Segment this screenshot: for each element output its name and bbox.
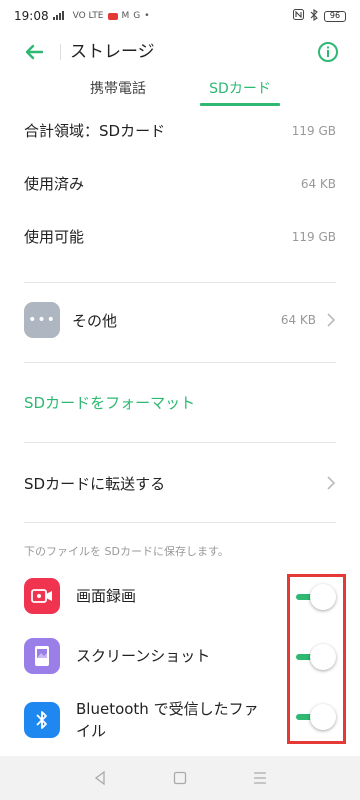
bluetooth-icon bbox=[24, 702, 60, 738]
gmail-icon: M bbox=[121, 11, 130, 21]
used-space-value: 64 KB bbox=[300, 176, 336, 191]
other-files-size: 64 KB bbox=[280, 313, 316, 327]
info-icon bbox=[318, 42, 338, 62]
total-space-row: 合計領域：SDカード 119 GB bbox=[24, 120, 336, 141]
divider bbox=[24, 522, 336, 523]
tab-sd-card[interactable]: SDカード bbox=[200, 76, 280, 104]
status-bar: 19:08 VO LTE M G • 96 bbox=[0, 0, 360, 32]
navigation-bar bbox=[0, 756, 360, 800]
other-files-label: その他 bbox=[72, 311, 118, 330]
menu-lines-icon bbox=[254, 772, 266, 784]
tab-phone[interactable]: 携帯電話 bbox=[78, 76, 158, 104]
app-bar: ストレージ bbox=[0, 32, 360, 72]
used-space-label: 使用済み bbox=[24, 175, 85, 193]
volte-icon: VO LTE bbox=[72, 11, 104, 21]
available-space-value: 119 GB bbox=[291, 229, 336, 244]
chevron-right-icon bbox=[327, 476, 336, 490]
triangle-back-icon bbox=[94, 771, 105, 785]
title-divider bbox=[60, 44, 61, 60]
square-home-icon bbox=[173, 771, 187, 785]
bluetooth-status-icon bbox=[310, 8, 318, 24]
divider bbox=[24, 442, 336, 443]
nav-menu-button[interactable] bbox=[248, 766, 272, 790]
nav-home-button[interactable] bbox=[168, 766, 192, 790]
divider bbox=[24, 362, 336, 363]
total-space-label: 合計領域：SDカード bbox=[24, 122, 166, 140]
signal-icon bbox=[52, 9, 69, 23]
transfer-to-sd-row[interactable]: SDカードに転送する bbox=[24, 470, 336, 496]
highlight-annotation-box bbox=[287, 574, 346, 744]
screen-record-icon bbox=[24, 578, 60, 614]
transfer-to-sd-label: SDカードに転送する bbox=[24, 474, 166, 493]
chevron-right-icon bbox=[327, 313, 336, 327]
total-space-value: 119 GB bbox=[291, 123, 336, 138]
status-time: 19:08 bbox=[14, 9, 49, 23]
tab-indicator bbox=[200, 103, 280, 106]
info-button[interactable] bbox=[316, 40, 340, 64]
battery-icon: 96 bbox=[324, 10, 346, 22]
used-space-row: 使用済み 64 KB bbox=[24, 173, 336, 194]
other-files-row[interactable]: ••• その他 64 KB bbox=[24, 300, 336, 340]
back-arrow-icon bbox=[25, 44, 44, 60]
youtube-icon bbox=[107, 12, 118, 20]
format-sd-card-link[interactable]: SDカードをフォーマット bbox=[24, 392, 195, 413]
nav-back-button[interactable] bbox=[88, 766, 112, 790]
divider bbox=[24, 282, 336, 283]
more-dots-icon: ••• bbox=[24, 302, 60, 338]
screen-record-label: 画面録画 bbox=[76, 587, 137, 605]
save-to-sd-note: 下のファイルを SDカードに保存します。 bbox=[24, 545, 229, 558]
storage-tabs: 携帯電話 SDカード bbox=[0, 76, 360, 106]
more-notifications-icon: • bbox=[144, 11, 150, 21]
bluetooth-files-label: Bluetooth で受信したファイル bbox=[76, 700, 259, 740]
screenshot-label: スクリーンショット bbox=[76, 647, 211, 665]
back-button[interactable] bbox=[20, 40, 48, 64]
google-icon: G bbox=[133, 11, 141, 21]
screenshot-icon bbox=[24, 638, 60, 674]
nfc-icon bbox=[293, 9, 304, 23]
available-space-row: 使用可能 119 GB bbox=[24, 226, 336, 247]
page-title: ストレージ bbox=[70, 42, 155, 62]
available-space-label: 使用可能 bbox=[24, 228, 85, 246]
